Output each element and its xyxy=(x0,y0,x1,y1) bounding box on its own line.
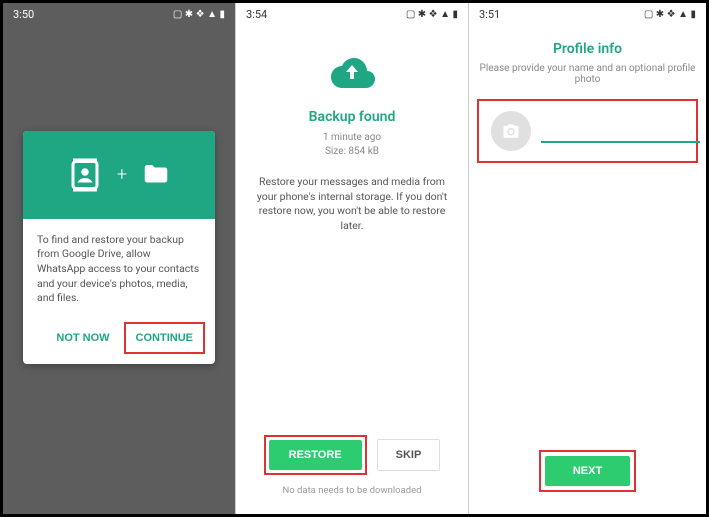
restore-description: Restore your messages and media from you… xyxy=(236,175,468,234)
skip-button[interactable]: SKIP xyxy=(377,439,441,471)
backup-size: Size: 854 kB xyxy=(236,145,468,159)
status-time: 3:51 xyxy=(479,8,500,21)
restore-button[interactable]: RESTORE xyxy=(269,440,362,470)
next-button[interactable]: NEXT xyxy=(545,456,630,486)
status-time: 3:54 xyxy=(246,8,267,21)
status-bar: 3:50 ▢ ✱ ❖ ▲ ▮ xyxy=(3,3,235,25)
avatar-button[interactable] xyxy=(491,111,531,151)
folder-icon xyxy=(141,160,171,190)
permission-dialog: + To find and restore your backup from G… xyxy=(23,131,215,364)
backup-found-title: Backup found xyxy=(236,109,468,125)
not-now-button[interactable]: NOT NOW xyxy=(48,322,117,354)
status-bar: 3:51 ▢ ✱ ❖ ▲ ▮ xyxy=(469,3,706,25)
status-time: 3:50 xyxy=(13,8,34,21)
dialog-text: To find and restore your backup from Goo… xyxy=(37,233,201,306)
highlight-next: NEXT xyxy=(539,450,636,492)
status-icons: ▢ ✱ ❖ ▲ ▮ xyxy=(406,9,458,20)
status-icons: ▢ ✱ ❖ ▲ ▮ xyxy=(644,9,696,20)
highlight-continue: CONTINUE xyxy=(124,322,205,354)
backup-meta: 1 minute ago Size: 854 kB xyxy=(236,131,468,159)
highlight-restore: RESTORE xyxy=(264,435,367,475)
status-icons: ▢ ✱ ❖ ▲ ▮ xyxy=(173,9,225,20)
profile-info-title: Profile info xyxy=(469,41,706,57)
continue-button[interactable]: CONTINUE xyxy=(128,326,201,350)
profile-subtitle: Please provide your name and an optional… xyxy=(469,63,706,85)
contacts-icon xyxy=(67,157,103,193)
profile-input-row: 25 xyxy=(477,99,698,163)
dialog-header: + xyxy=(23,131,215,219)
cloud-upload-icon xyxy=(325,55,379,95)
name-input[interactable] xyxy=(541,119,700,143)
plus-icon: + xyxy=(117,164,127,185)
download-footer: No data needs to be downloaded xyxy=(236,485,468,496)
camera-icon xyxy=(502,122,520,140)
status-bar: 3:54 ▢ ✱ ❖ ▲ ▮ xyxy=(236,3,468,25)
backup-age: 1 minute ago xyxy=(236,131,468,145)
